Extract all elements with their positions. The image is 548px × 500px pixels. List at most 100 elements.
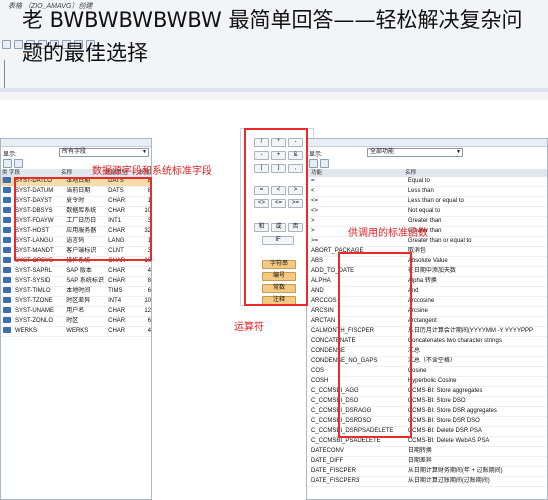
cell-field: SYST-TIMLO (13, 286, 65, 297)
cell-name: 本地时间 (64, 286, 107, 297)
cell-func: DATE_FISCPER3 (307, 476, 406, 487)
cell-name: Not equal to (405, 206, 547, 217)
field-type-icon (3, 287, 11, 294)
field-type-icon (3, 207, 11, 214)
sort-icon[interactable] (319, 159, 329, 168)
cell-name: 在日期中添加天数 (405, 266, 547, 277)
cell-type: CHAR (106, 316, 140, 327)
cell-name: 时区 (64, 316, 107, 327)
cell-type: CHAR (106, 326, 140, 337)
table-row[interactable]: DATECONV 日期转换 (307, 446, 547, 457)
field-type-icon (3, 237, 11, 244)
field-type-icon (3, 307, 11, 314)
field-type-icon (3, 267, 11, 274)
cell-name: Equal to (405, 177, 547, 187)
cell-func: DATE_FISCPER (307, 466, 406, 477)
field-type-icon (3, 217, 11, 224)
field-type-icon (3, 327, 11, 334)
cell-name: Less than or equal to (405, 196, 547, 207)
table-row[interactable]: SYST-TIMLO 本地时间 TIMS 6 (1, 286, 151, 297)
cell-func: DATE_DIFF (307, 456, 406, 467)
cell-name: 从日历月计算会计期间(YYYYMM -Y YYYYPPP (405, 326, 547, 337)
title-area: 表格 （ZIO_AMAVG）创建 老 BWBWBWBWBW 最简单回答——轻松解… (0, 0, 548, 100)
chevron-down-icon: ▼ (456, 149, 461, 155)
filter-icon[interactable] (3, 159, 12, 168)
cell-name: Hyperbolic Cosine (405, 376, 547, 387)
cell-name: Cosine (405, 366, 547, 377)
cell-len: 4 (139, 266, 151, 277)
table-row[interactable]: SYST-TZONE 时区差异 INT4 10 (1, 296, 151, 307)
table-row[interactable]: DATE_FISCPER3 从日期计算过账期间(过账期间) (307, 476, 547, 487)
table-row[interactable]: SYST-UNAME 用户名 CHAR 12 (1, 306, 151, 317)
cell-name: 从日期计算财务期间(年 + 过账期间) (405, 466, 547, 477)
cell-name: CCMS-BI: Store DSO (405, 396, 547, 407)
panel-header (1, 139, 151, 147)
cell-func: C_CCMSBI_PSADELETE (307, 436, 406, 447)
cell-field: SYST-TZONE (13, 296, 65, 307)
cell-name: 时区差异 (64, 296, 107, 307)
cell-func: < (307, 186, 406, 197)
cell-name: 用户名 (64, 306, 107, 317)
annotation-box-functions (338, 252, 412, 438)
cell-func: = (307, 177, 406, 187)
display-select[interactable]: 所有字段 ▼ (59, 148, 149, 157)
cell-name: 日期差异 (405, 456, 547, 467)
table-row[interactable]: SYST-SYSID SAP 系统标识 CHAR 8 (1, 276, 151, 287)
cell-name: 日期转换 (405, 446, 547, 457)
cell-name: SAP 系统标识 (64, 276, 107, 287)
sort-icon[interactable] (13, 159, 23, 168)
field-type-icon (3, 187, 11, 194)
table-row[interactable]: = Equal to (307, 177, 547, 187)
table-row[interactable]: DATE_FISCPER 从日期计算财务期间(年 + 过账期间) (307, 466, 547, 477)
cell-field: SYST-ZONLO (13, 316, 65, 327)
table-row[interactable]: <= Less than or equal to (307, 196, 547, 207)
cell-name: CCMS-BI: Delete DSR PSA (405, 426, 547, 437)
table-row[interactable]: SYST-ZONLO 时区 CHAR 6 (1, 316, 151, 327)
display-label: 显示: (309, 152, 323, 158)
toolbar-button[interactable] (2, 39, 11, 49)
cell-name: 取消包 (405, 246, 547, 257)
cell-len: 8 (139, 276, 151, 287)
field-type-icon (3, 227, 11, 234)
cell-field: WERKS (13, 326, 65, 337)
table-row[interactable]: <> Not equal to (307, 206, 547, 217)
cell-type: CHAR (106, 306, 140, 317)
cell-name: Alpha 转换 (405, 276, 547, 287)
divider (4, 60, 5, 90)
cell-name: CCMS-BI: Delete WebAS PSA (405, 436, 547, 447)
display-select[interactable]: 全部功能 ▼ (367, 148, 463, 157)
cell-name: And (405, 286, 547, 297)
cell-len: 6 (139, 316, 151, 327)
cell-type: TIMS (106, 286, 140, 297)
filter-icon[interactable] (309, 159, 318, 168)
table-row[interactable]: SYST-SAPRL SAP 版本 CHAR 4 (1, 266, 151, 277)
cell-type: CHAR (106, 276, 140, 287)
cell-field: SYST-SYSID (13, 276, 65, 287)
table-row[interactable]: C_CCMSBI_PSADELETE CCMS-BI: Delete WebAS … (307, 436, 547, 447)
cell-name: WERKS (64, 326, 107, 337)
overlay-title: 老 BWBWBWBWBW 最简单回答——轻松解决复杂问题的最佳选择 (22, 8, 523, 65)
cell-type: CHAR (106, 266, 140, 277)
cell-name: 汇总 (405, 346, 547, 357)
annotation-fields: 数据源字段和系统标准字段 (92, 166, 212, 177)
cell-name: CCMS-BI: Store DSR DSO (405, 416, 547, 427)
cell-name: Less than (405, 186, 547, 197)
table-header: 功能 名称 (307, 169, 547, 177)
table-row[interactable]: WERKS WERKS CHAR 4 (1, 326, 151, 337)
cell-type: INT4 (106, 296, 140, 307)
cell-name: Concatenates two character strings (405, 336, 547, 347)
table-row[interactable]: < Less than (307, 186, 547, 197)
cell-func: <= (307, 196, 406, 207)
annotation-box-operators (244, 128, 308, 306)
cell-len: 4 (139, 326, 151, 337)
cell-name: Arctangent (405, 316, 547, 327)
cell-name: Arccosine (405, 296, 547, 307)
table-row[interactable]: DATE_DIFF 日期差异 (307, 456, 547, 467)
cell-len: 12 (139, 306, 151, 317)
annotation-operators: 运算符 (234, 322, 264, 333)
annotation-box-fields (14, 177, 152, 261)
divider (0, 88, 548, 92)
cell-name: CCMS-BI: Store aggregates (405, 386, 547, 397)
cell-name: Absolute Value (405, 256, 547, 267)
cell-name: 从日期计算过账期间(过账期间) (405, 476, 547, 487)
